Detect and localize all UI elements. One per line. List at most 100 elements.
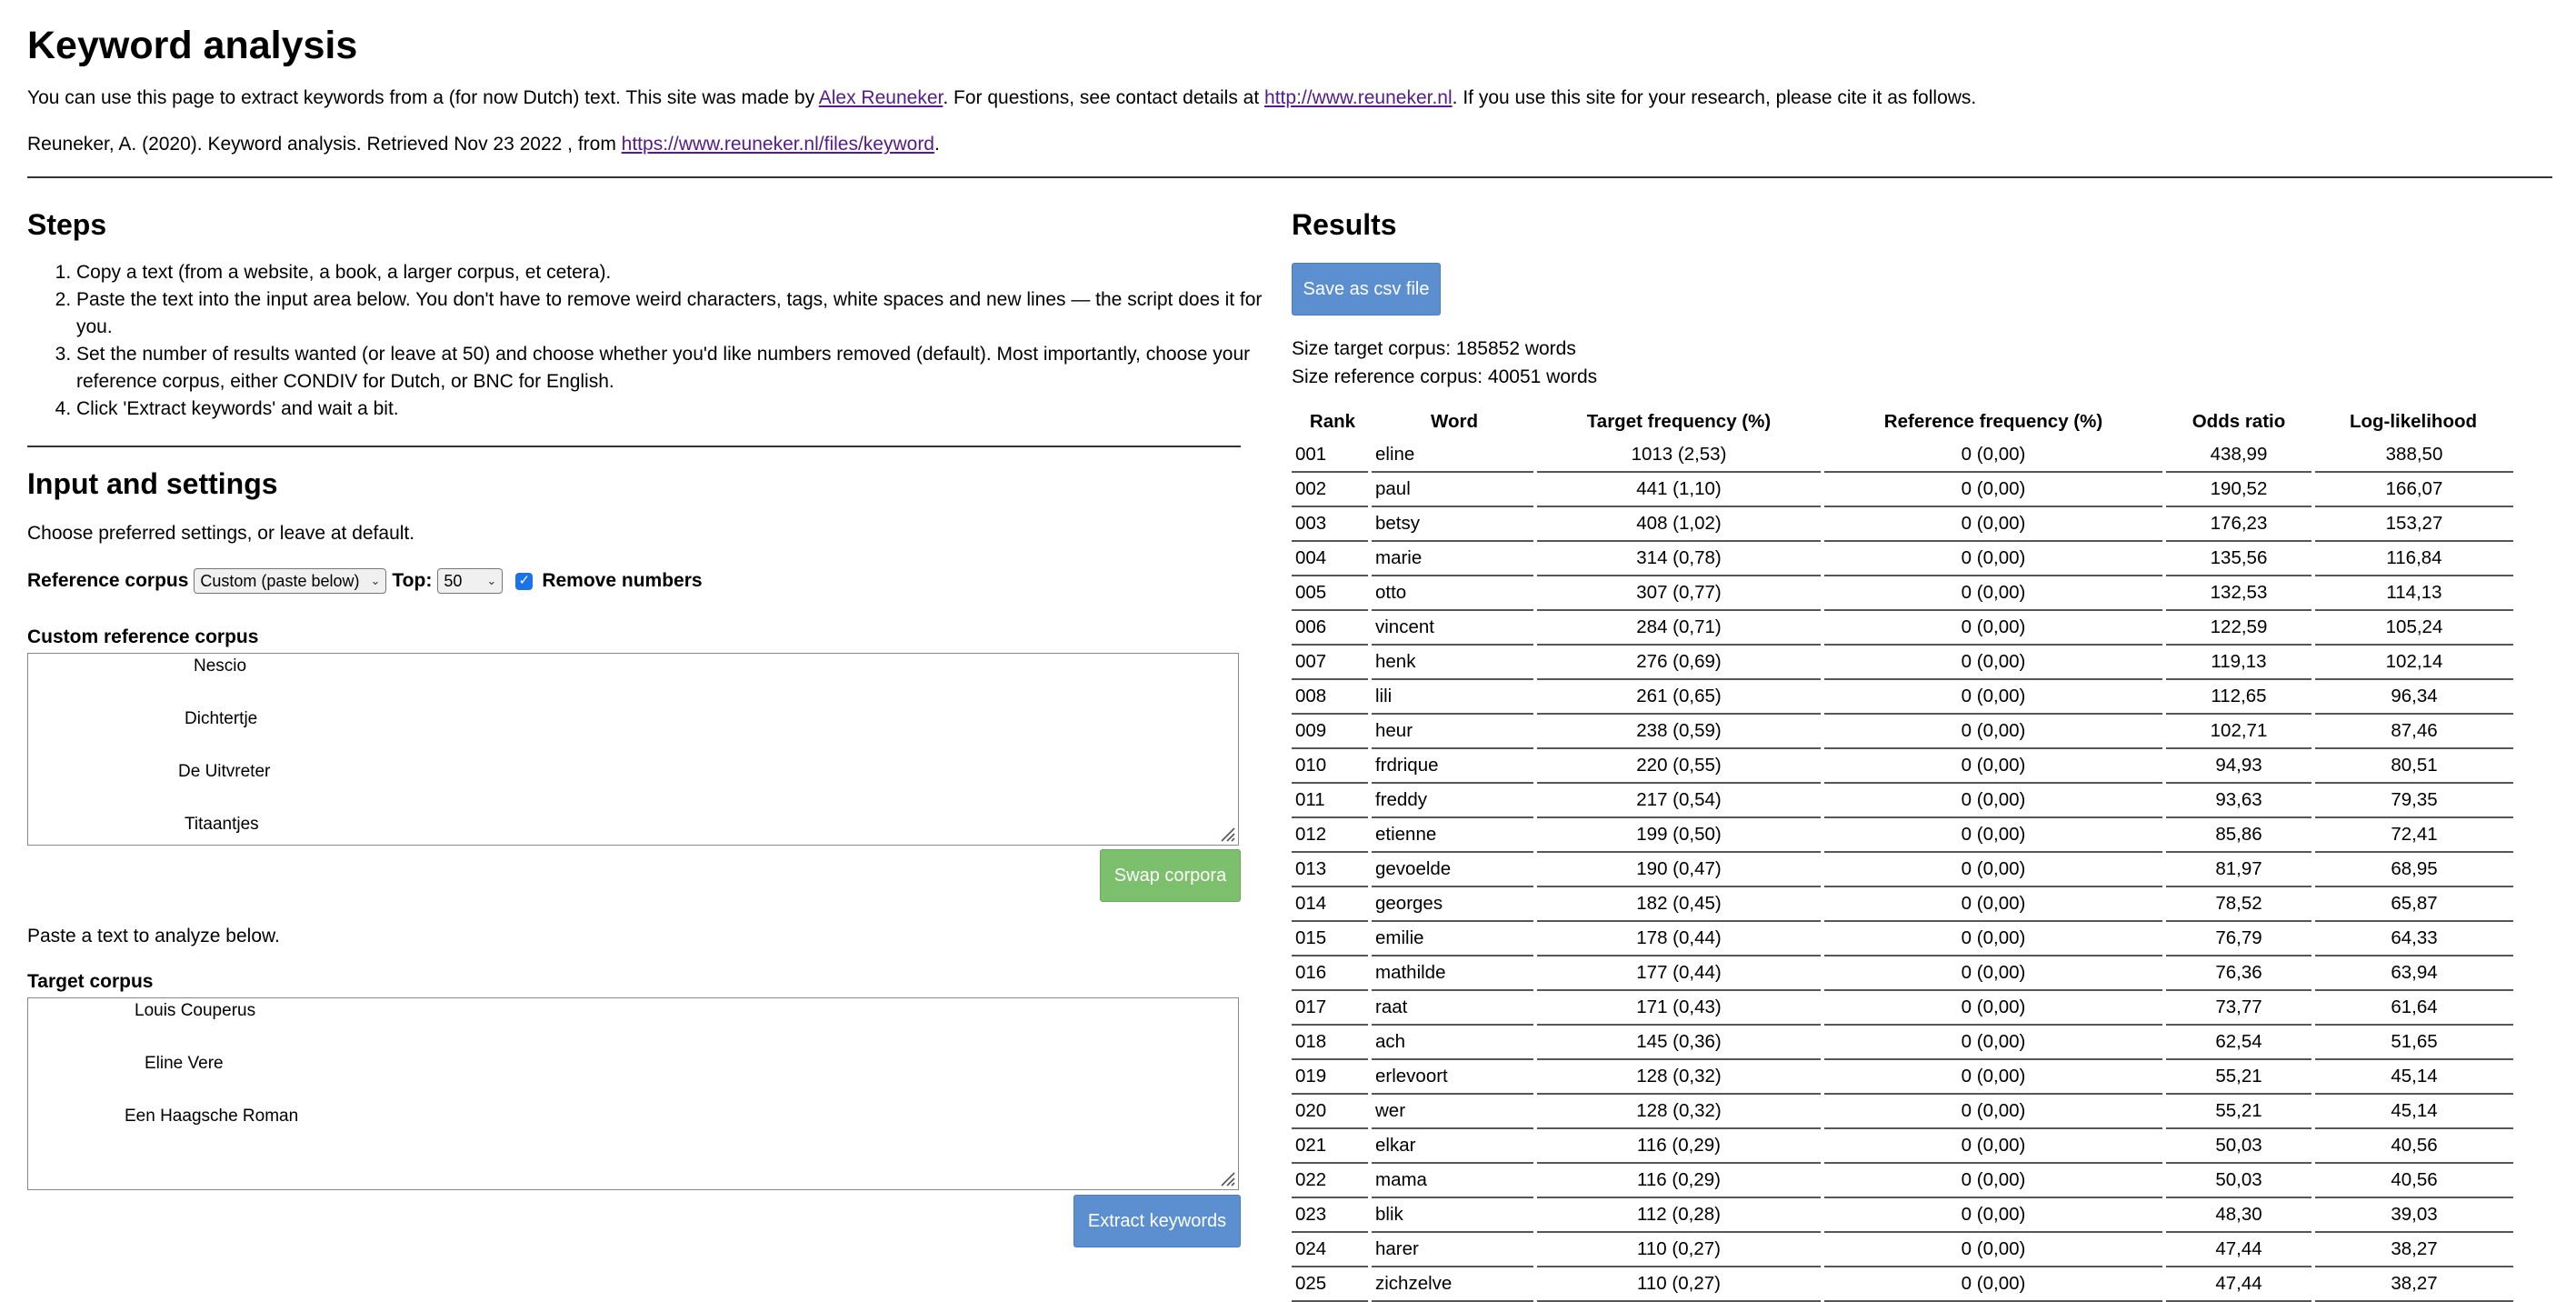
- target-frequency-cell: 116 (0,29): [1533, 1128, 1822, 1164]
- extract-keywords-button[interactable]: Extract keywords: [1073, 1195, 1241, 1247]
- odds-ratio-cell: 55,21: [2162, 1059, 2313, 1095]
- table-row: 016 mathilde 177 (0,44) 0 (0,00) 76,36 63,94: [1292, 956, 2513, 991]
- reference-frequency-cell: 0 (0,00): [1821, 921, 2164, 956]
- target-frequency-cell: 276 (0,69): [1533, 645, 1822, 680]
- top-select[interactable]: 50 ⌄: [437, 568, 504, 594]
- word-cell: gevoelde: [1368, 852, 1535, 887]
- word-cell: mathilde: [1368, 956, 1535, 991]
- log-likelihood-cell: 61,64: [2311, 990, 2513, 1026]
- reference-frequency-cell: 0 (0,00): [1821, 506, 2164, 542]
- target-frequency-cell: 110 (0,27): [1533, 1267, 1822, 1302]
- textarea-line: Een Haagsche Roman: [125, 1107, 299, 1126]
- rank-cell: 004: [1292, 541, 1370, 576]
- reference-frequency-cell: 0 (0,00): [1821, 1059, 2164, 1095]
- word-cell: heur: [1368, 714, 1535, 749]
- steps-list: Copy a text (from a website, a book, a l…: [27, 259, 1290, 423]
- reference-frequency-cell: 0 (0,00): [1821, 438, 2164, 473]
- table-row: 003 betsy 408 (1,02) 0 (0,00) 176,23 153,27: [1292, 506, 2513, 542]
- rank-cell: 020: [1292, 1094, 1370, 1129]
- reference-corpus-select[interactable]: Custom (paste below) ⌄: [194, 568, 387, 594]
- table-header-row: Rank Word Target frequency (%) Reference…: [1292, 406, 2513, 438]
- odds-ratio-cell: 122,59: [2162, 610, 2313, 646]
- website-link[interactable]: http://www.reuneker.nl: [1264, 87, 1453, 108]
- target-frequency-cell: 128 (0,32): [1533, 1059, 1822, 1095]
- reference-frequency-cell: 0 (0,00): [1821, 1128, 2164, 1164]
- odds-ratio-cell: 47,44: [2162, 1232, 2313, 1267]
- citation-link[interactable]: https://www.reuneker.nl/files/keyword: [622, 134, 934, 155]
- table-row: 005 otto 307 (0,77) 0 (0,00) 132,53 114,13: [1292, 576, 2513, 611]
- reference-frequency-cell: 0 (0,00): [1821, 1267, 2164, 1302]
- odds-ratio-cell: 55,21: [2162, 1094, 2313, 1129]
- citation: Reuneker, A. (2020). Keyword analysis. R…: [27, 131, 940, 158]
- custom-corpus-textarea[interactable]: Nescio Dichtertje De Uitvreter Titaantje…: [27, 653, 1239, 846]
- page-title: Keyword analysis: [27, 24, 358, 67]
- odds-ratio-cell: 176,23: [2162, 506, 2313, 542]
- rank-cell: 005: [1292, 576, 1370, 611]
- word-cell: harer: [1368, 1232, 1535, 1267]
- rank-cell: 001: [1292, 438, 1370, 473]
- log-likelihood-cell: 105,24: [2311, 610, 2513, 646]
- odds-ratio-cell: 438,99: [2162, 438, 2313, 473]
- odds-ratio-cell: 73,77: [2162, 990, 2313, 1026]
- remove-numbers-checkbox[interactable]: ✓: [515, 572, 534, 590]
- column-header-target-frequency: Target frequency (%): [1586, 411, 1772, 432]
- paste-hint: Paste a text to analyze below.: [27, 926, 280, 946]
- rank-cell: 025: [1292, 1267, 1370, 1302]
- step-item: Copy a text (from a website, a book, a l…: [76, 259, 1290, 286]
- target-frequency-cell: 110 (0,27): [1533, 1232, 1822, 1267]
- table-row: 022 mama 116 (0,29) 0 (0,00) 50,03 40,56: [1292, 1163, 2513, 1198]
- odds-ratio-cell: 94,93: [2162, 748, 2313, 784]
- column-header-rank: Rank: [1309, 411, 1356, 432]
- word-cell: etienne: [1368, 817, 1535, 853]
- table-row: 009 heur 238 (0,59) 0 (0,00) 102,71 87,46: [1292, 714, 2513, 749]
- save-csv-button[interactable]: Save as csv file: [1292, 263, 1441, 315]
- reference-frequency-cell: 0 (0,00): [1821, 852, 2164, 887]
- divider: [27, 176, 2552, 178]
- rank-cell: 018: [1292, 1025, 1370, 1060]
- target-frequency-cell: 220 (0,55): [1533, 748, 1822, 784]
- resize-grip-icon[interactable]: [1216, 1167, 1236, 1187]
- table-row: 006 vincent 284 (0,71) 0 (0,00) 122,59 105,24: [1292, 610, 2513, 646]
- resize-grip-icon[interactable]: [1216, 823, 1236, 843]
- odds-ratio-cell: 62,54: [2162, 1025, 2313, 1060]
- target-corpus-textarea[interactable]: Louis Couperus Eline Vere Een Haagsche R…: [27, 997, 1239, 1190]
- target-frequency-cell: 238 (0,59): [1533, 714, 1822, 749]
- rank-cell: 014: [1292, 886, 1370, 922]
- reference-frequency-cell: 0 (0,00): [1821, 990, 2164, 1026]
- step-item: Paste the text into the input area below…: [76, 286, 1290, 341]
- target-frequency-cell: 217 (0,54): [1533, 783, 1822, 818]
- table-row: 024 harer 110 (0,27) 0 (0,00) 47,44 38,27: [1292, 1232, 2513, 1267]
- column-header-odds-ratio: Odds ratio: [2192, 411, 2286, 432]
- swap-corpora-button[interactable]: Swap corpora: [1100, 849, 1241, 902]
- table-row: 015 emilie 178 (0,44) 0 (0,00) 76,79 64,33: [1292, 921, 2513, 956]
- reference-frequency-cell: 0 (0,00): [1821, 886, 2164, 922]
- table-row: 017 raat 171 (0,43) 0 (0,00) 73,77 61,64: [1292, 990, 2513, 1026]
- size-target: Size target corpus: 185852 words: [1292, 338, 1576, 359]
- log-likelihood-cell: 87,46: [2311, 714, 2513, 749]
- odds-ratio-cell: 190,52: [2162, 472, 2313, 507]
- rank-cell: 006: [1292, 610, 1370, 646]
- target-frequency-cell: 171 (0,43): [1533, 990, 1822, 1026]
- chevron-down-icon: ⌄: [370, 574, 381, 587]
- word-cell: erlevoort: [1368, 1059, 1535, 1095]
- author-link[interactable]: Alex Reuneker: [819, 87, 944, 108]
- target-frequency-cell: 408 (1,02): [1533, 506, 1822, 542]
- odds-ratio-cell: 119,13: [2162, 645, 2313, 680]
- rank-cell: 024: [1292, 1232, 1370, 1267]
- word-cell: freddy: [1368, 783, 1535, 818]
- rank-cell: 009: [1292, 714, 1370, 749]
- table-row: 004 marie 314 (0,78) 0 (0,00) 135,56 116,84: [1292, 541, 2513, 576]
- log-likelihood-cell: 51,65: [2311, 1025, 2513, 1060]
- odds-ratio-cell: 50,03: [2162, 1128, 2313, 1164]
- table-row: 018 ach 145 (0,36) 0 (0,00) 62,54 51,65: [1292, 1025, 2513, 1060]
- word-cell: marie: [1368, 541, 1535, 576]
- top-value: 50: [444, 572, 463, 590]
- word-cell: betsy: [1368, 506, 1535, 542]
- rank-cell: 011: [1292, 783, 1370, 818]
- textarea-line: Eline Vere: [145, 1054, 224, 1073]
- target-frequency-cell: 284 (0,71): [1533, 610, 1822, 646]
- reference-frequency-cell: 0 (0,00): [1821, 817, 2164, 853]
- textarea-line: De Uitvreter: [178, 762, 271, 781]
- odds-ratio-cell: 78,52: [2162, 886, 2313, 922]
- target-frequency-cell: 190 (0,47): [1533, 852, 1822, 887]
